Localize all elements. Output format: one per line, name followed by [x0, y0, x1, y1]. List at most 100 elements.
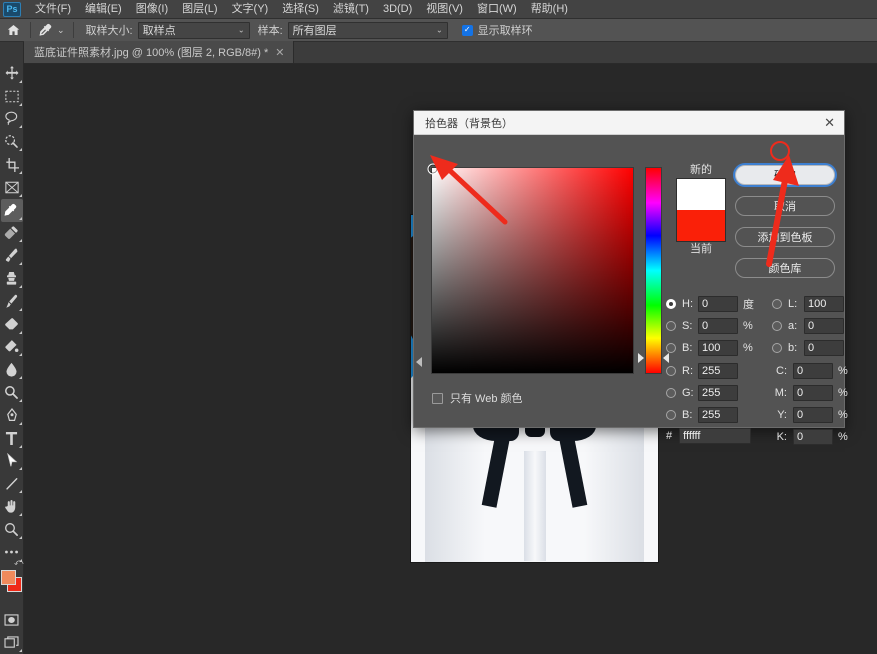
dialog-title-bar[interactable]: 拾色器（背景色） ✕	[414, 111, 844, 135]
blue-input[interactable]	[698, 406, 738, 423]
menu-item-file[interactable]: 文件(F)	[28, 0, 78, 19]
cyan-input[interactable]	[793, 362, 833, 379]
hex-field[interactable]: #	[666, 428, 752, 444]
radio-green[interactable]	[666, 387, 676, 398]
radio-hue-selected[interactable]	[666, 298, 676, 309]
active-tool-eyedropper-icon[interactable]: ⌄	[35, 23, 69, 38]
color-preview: 新的 当前	[672, 163, 730, 256]
radio-lab-l[interactable]	[772, 298, 782, 309]
menu-item-select[interactable]: 选择(S)	[275, 0, 326, 19]
sample-size-select[interactable]: 取样点 ⌄	[137, 21, 250, 39]
menu-item-layer[interactable]: 图层(L)	[175, 0, 224, 19]
color-selector-cursor[interactable]	[427, 163, 439, 175]
radio-red[interactable]	[666, 365, 676, 376]
show-sampling-ring-checkbox[interactable]: ✓ 显示取样环	[461, 22, 533, 38]
lab-a-input[interactable]	[804, 317, 844, 334]
gradient-tool[interactable]	[1, 336, 23, 359]
field-row-hue[interactable]: H: 度	[666, 293, 764, 314]
yellow-input[interactable]	[793, 406, 833, 423]
field-row-blue[interactable]: B:	[666, 404, 764, 425]
lab-l-input[interactable]	[804, 295, 844, 312]
field-row-yellow[interactable]: Y: %	[772, 404, 867, 425]
radio-lab-a[interactable]	[772, 320, 782, 331]
menu-item-image[interactable]: 图像(I)	[129, 0, 175, 19]
black-unit: %	[838, 430, 848, 443]
radio-saturation[interactable]	[666, 320, 676, 331]
saturation-input[interactable]	[698, 317, 738, 334]
close-icon[interactable]: ✕	[275, 46, 284, 59]
rectangular-marquee-tool[interactable]	[1, 85, 23, 108]
menu-item-type[interactable]: 文字(Y)	[225, 0, 276, 19]
radio-lab-b[interactable]	[772, 342, 782, 353]
field-row-lab-l[interactable]: L:	[772, 293, 867, 314]
ok-button[interactable]: 确定	[735, 165, 835, 185]
new-color-swatch[interactable]	[676, 178, 726, 210]
cancel-button[interactable]: 取消	[735, 196, 835, 216]
menu-item-help[interactable]: 帮助(H)	[524, 0, 575, 19]
field-row-brightness[interactable]: B: %	[666, 337, 764, 358]
eyedropper-tool[interactable]	[0, 198, 23, 222]
menu-item-edit[interactable]: 编辑(E)	[78, 0, 129, 19]
magenta-input[interactable]	[793, 384, 833, 401]
horizontal-type-tool[interactable]	[1, 427, 23, 450]
quick-mask-toggle[interactable]	[1, 608, 23, 631]
menu-item-window[interactable]: 窗口(W)	[470, 0, 524, 19]
foreground-color-swatch[interactable]	[0, 569, 16, 585]
field-row-black[interactable]: K: %	[772, 426, 867, 447]
hue-input[interactable]	[698, 295, 738, 312]
line-tool[interactable]	[1, 472, 23, 495]
field-row-lab-a[interactable]: a:	[772, 315, 867, 336]
blue-label: B:	[682, 408, 693, 421]
field-row-magenta[interactable]: M: %	[772, 382, 867, 403]
eraser-tool[interactable]	[1, 313, 23, 336]
screen-mode-toggle[interactable]	[1, 631, 23, 654]
zoom-tool[interactable]	[1, 518, 23, 541]
crop-tool[interactable]	[1, 153, 23, 176]
chevron-down-icon[interactable]: ⌄	[57, 25, 65, 36]
pen-tool[interactable]	[1, 404, 23, 427]
dodge-tool[interactable]	[1, 381, 23, 404]
radio-brightness[interactable]	[666, 342, 676, 353]
hex-input[interactable]	[679, 428, 752, 444]
lasso-tool[interactable]	[1, 108, 23, 131]
quick-selection-tool[interactable]	[1, 130, 23, 153]
brightness-input[interactable]	[698, 339, 738, 356]
red-input[interactable]	[698, 362, 738, 379]
swap-colors-icon[interactable]: ⤺	[14, 557, 24, 568]
field-row-green[interactable]: G:	[666, 382, 764, 403]
document-tab[interactable]: 蓝底证件照素材.jpg @ 100% (图层 2, RGB/8#) * ✕	[24, 41, 294, 63]
frame-tool[interactable]	[1, 176, 23, 199]
field-row-cyan[interactable]: C: %	[772, 360, 867, 381]
history-brush-tool[interactable]	[1, 290, 23, 313]
hue-slider[interactable]	[645, 167, 662, 374]
current-color-swatch[interactable]	[676, 210, 726, 242]
menu-item-view[interactable]: 视图(V)	[419, 0, 470, 19]
color-swatches[interactable]: ⤺	[0, 557, 24, 601]
menu-item-filter[interactable]: 滤镜(T)	[326, 0, 376, 19]
move-tool[interactable]	[1, 62, 23, 85]
saturation-value-field[interactable]	[427, 163, 634, 374]
color-libraries-button[interactable]: 颜色库	[735, 258, 835, 278]
field-row-red[interactable]: R:	[666, 360, 764, 381]
green-input[interactable]	[698, 384, 738, 401]
home-icon[interactable]	[0, 19, 26, 41]
hue-slider-marker-left[interactable]	[638, 353, 644, 363]
web-colors-checkbox[interactable]: 只有 Web 颜色	[432, 390, 523, 406]
lab-b-input[interactable]	[804, 339, 844, 356]
radio-blue[interactable]	[666, 409, 676, 420]
tool-more-indicator-icon	[18, 148, 22, 152]
clone-stamp-tool[interactable]	[1, 267, 23, 290]
hand-tool[interactable]	[1, 495, 23, 518]
field-row-saturation[interactable]: S: %	[666, 315, 764, 336]
path-selection-tool[interactable]	[1, 450, 23, 473]
add-to-swatches-button[interactable]: 添加到色板	[735, 227, 835, 247]
menu-item-3d[interactable]: 3D(D)	[376, 0, 419, 19]
close-icon[interactable]: ✕	[824, 116, 835, 129]
spot-healing-brush-tool[interactable]	[1, 222, 23, 245]
blur-tool[interactable]	[1, 358, 23, 381]
show-sampling-ring-label: 显示取样环	[477, 25, 533, 37]
black-input[interactable]	[793, 428, 833, 445]
brush-tool[interactable]	[1, 244, 23, 267]
field-row-lab-b[interactable]: b:	[772, 337, 867, 358]
sample-select[interactable]: 所有图层 ⌄	[287, 21, 448, 39]
